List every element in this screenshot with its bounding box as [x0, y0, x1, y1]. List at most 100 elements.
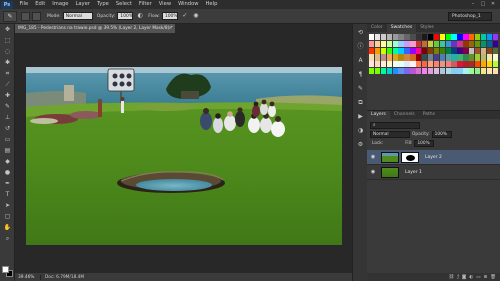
new-layer-icon[interactable]: ⊞ — [484, 275, 488, 280]
type-tool-icon[interactable]: T — [2, 190, 13, 200]
color-swatch[interactable] — [374, 61, 381, 68]
color-swatch[interactable] — [374, 40, 381, 47]
color-swatch[interactable] — [386, 47, 393, 54]
color-swatch[interactable] — [433, 34, 440, 41]
pressure-size-icon[interactable]: ◉ — [192, 12, 200, 20]
color-swatch[interactable] — [457, 47, 463, 54]
adjust-icon[interactable]: ◐ — [469, 275, 473, 280]
color-swatch[interactable] — [463, 34, 469, 41]
adjustments-icon[interactable]: ◑ — [355, 126, 366, 136]
maximize-button[interactable]: □ — [478, 0, 488, 9]
marquee-tool-icon[interactable]: ⬚ — [2, 36, 13, 46]
color-swatch[interactable] — [427, 54, 434, 61]
history-brush-tool-icon[interactable]: ↺ — [2, 124, 13, 134]
color-swatch[interactable] — [392, 67, 398, 74]
color-swatch[interactable] — [492, 67, 498, 74]
eyedropper-tool-icon[interactable]: ⟋ — [2, 80, 13, 90]
crop-tool-icon[interactable]: ⌗ — [2, 69, 13, 79]
opacity-field[interactable]: 100% — [117, 12, 134, 20]
color-swatch[interactable] — [369, 61, 375, 68]
color-swatch[interactable] — [421, 47, 428, 54]
color-swatch[interactable] — [369, 54, 375, 61]
color-swatch[interactable] — [451, 47, 457, 54]
color-swatch[interactable] — [392, 34, 398, 41]
tool-preset-picker[interactable]: ✎ — [3, 10, 17, 22]
color-swatch[interactable] — [492, 40, 498, 47]
color-swatch[interactable] — [386, 61, 393, 68]
color-swatch[interactable] — [469, 47, 475, 54]
menu-layer[interactable]: Layer — [72, 0, 93, 9]
color-swatch[interactable] — [427, 47, 434, 54]
dodge-tool-icon[interactable]: ● — [2, 168, 13, 178]
color-swatch[interactable] — [427, 67, 434, 74]
menu-image[interactable]: Image — [49, 0, 72, 9]
mode-select[interactable]: Normal — [62, 12, 93, 20]
color-swatch[interactable] — [433, 54, 440, 61]
color-swatch[interactable] — [421, 40, 428, 47]
color-swatch[interactable] — [439, 40, 446, 47]
color-swatch[interactable] — [451, 67, 457, 74]
color-swatch[interactable] — [380, 54, 387, 61]
color-swatch[interactable] — [369, 34, 375, 41]
color-swatch[interactable] — [474, 47, 481, 54]
color-swatch[interactable] — [404, 34, 410, 41]
color-swatch[interactable] — [492, 34, 498, 41]
color-swatch[interactable] — [474, 34, 481, 41]
color-swatch[interactable] — [474, 61, 481, 68]
color-swatch[interactable] — [486, 47, 493, 54]
actions-icon[interactable]: ▶ — [355, 112, 366, 122]
color-swatch[interactable] — [469, 54, 475, 61]
color-swatch[interactable] — [457, 54, 463, 61]
color-swatch[interactable] — [469, 40, 475, 47]
menu-file[interactable]: File — [16, 0, 32, 9]
layer-row-layer-2[interactable]: ◉ Layer 2 — [367, 150, 500, 165]
brush-presets-icon[interactable]: ✎ — [355, 84, 366, 94]
color-swatch[interactable] — [445, 47, 451, 54]
color-swatch[interactable] — [433, 40, 440, 47]
color-swatch[interactable] — [445, 54, 451, 61]
foreground-color[interactable] — [2, 266, 9, 273]
link-icon[interactable]: ⛓ — [449, 275, 455, 280]
color-swatch[interactable] — [439, 54, 446, 61]
color-swatch[interactable] — [398, 54, 404, 61]
airbrush-icon[interactable]: ✓ — [181, 12, 189, 20]
color-swatch[interactable] — [457, 67, 463, 74]
menu-window[interactable]: Window — [175, 0, 202, 9]
color-swatch[interactable] — [474, 54, 481, 61]
color-swatch[interactable] — [410, 47, 416, 54]
color-swatch[interactable] — [480, 61, 487, 68]
color-swatch[interactable] — [416, 47, 422, 54]
color-swatch[interactable] — [474, 67, 481, 74]
brush-panel-toggle[interactable] — [32, 11, 41, 21]
zoom-level[interactable]: 39.46% — [15, 274, 41, 280]
color-swatch[interactable] — [380, 47, 387, 54]
flow-field[interactable]: 100% — [161, 12, 178, 20]
color-swatch[interactable] — [439, 47, 446, 54]
color-swatch[interactable] — [404, 54, 410, 61]
color-swatch[interactable] — [416, 40, 422, 47]
color-swatch[interactable] — [486, 34, 493, 41]
zoom-tool-icon[interactable]: ⌕ — [2, 234, 13, 244]
image-canvas[interactable] — [26, 67, 342, 245]
blur-tool-icon[interactable]: ◆ — [2, 157, 13, 167]
brush-tool-icon[interactable]: ✎ — [2, 102, 13, 112]
layer-row-layer-1[interactable]: ◉ Layer 1 — [367, 165, 500, 180]
color-swatch[interactable] — [404, 61, 410, 68]
color-swatch[interactable] — [486, 40, 493, 47]
menu-filter[interactable]: Filter — [135, 0, 155, 9]
color-swatch[interactable] — [433, 47, 440, 54]
color-swatch[interactable] — [427, 34, 434, 41]
blend-mode-select[interactable]: Normal — [370, 130, 410, 138]
color-swatch[interactable] — [398, 47, 404, 54]
color-swatch[interactable] — [427, 40, 434, 47]
clone-source-icon[interactable]: ⧉ — [355, 98, 366, 108]
color-swatch[interactable] — [410, 40, 416, 47]
color-swatch[interactable] — [380, 34, 387, 41]
color-swatch[interactable] — [445, 61, 451, 68]
color-swatch[interactable] — [386, 40, 393, 47]
color-swatch[interactable] — [421, 34, 428, 41]
brush-size-picker[interactable] — [21, 11, 30, 21]
color-swatch[interactable] — [463, 61, 469, 68]
workspace-select[interactable]: Photoshop_1 — [448, 12, 492, 21]
path-select-tool-icon[interactable]: ➤ — [2, 201, 13, 211]
